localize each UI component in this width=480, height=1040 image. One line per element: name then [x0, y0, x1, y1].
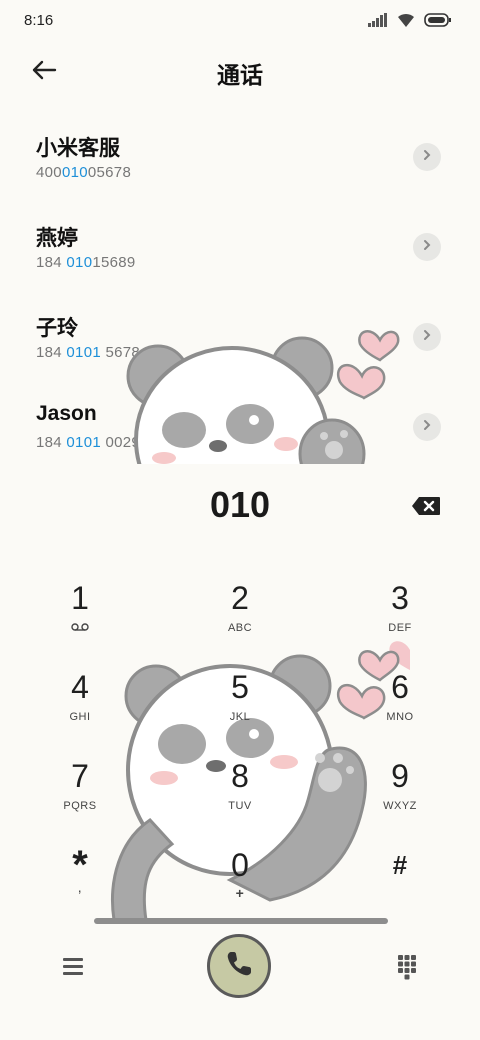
key-letters: DEF — [388, 622, 412, 634]
key-digit: 1 — [71, 580, 89, 616]
key-digit: 2 — [231, 580, 249, 616]
key-digit: 0 — [231, 847, 249, 883]
key-star[interactable]: * , — [20, 845, 140, 917]
key-letters: WXYZ — [383, 800, 417, 812]
list-item[interactable]: 小米客服 40001005678 — [0, 112, 480, 202]
contact-number: 40001005678 — [36, 164, 132, 181]
signal-icon — [368, 13, 388, 32]
list-item[interactable]: 燕婷 184 01015689 — [0, 202, 480, 292]
battery-icon — [424, 13, 452, 32]
key-digit: 9 — [391, 758, 409, 794]
contact-name: 小米客服 — [36, 137, 120, 160]
key-digit: 8 — [231, 758, 249, 794]
wifi-icon — [396, 12, 416, 33]
backspace-button[interactable] — [411, 496, 443, 518]
contact-detail-button[interactable] — [413, 323, 441, 351]
header: 通话 — [0, 48, 480, 92]
status-time: 8:16 — [24, 12, 54, 29]
key-letters: ABC — [227, 622, 253, 634]
contact-detail-button[interactable] — [413, 233, 441, 261]
key-7[interactable]: 7 PQRS — [20, 756, 140, 828]
key-6[interactable]: 6 MNO — [340, 667, 460, 739]
status-bar: 8:16 — [0, 0, 480, 40]
phone-icon — [224, 949, 254, 984]
key-2[interactable]: 2 ABC — [180, 578, 300, 650]
call-button[interactable] — [207, 934, 271, 998]
key-letters: + — [235, 885, 245, 901]
key-hash[interactable]: # — [340, 845, 460, 917]
key-4[interactable]: 4 GHI — [20, 667, 140, 739]
contact-detail-button[interactable] — [413, 143, 441, 171]
dialpad-toggle-button[interactable] — [392, 952, 422, 982]
contact-detail-button[interactable] — [413, 413, 441, 441]
key-0[interactable]: 0 + — [180, 845, 300, 917]
page-title: 通话 — [217, 62, 263, 88]
key-digit: # — [392, 850, 408, 880]
voicemail-icon — [20, 622, 140, 634]
dial-display: 010 — [0, 484, 480, 534]
menu-button[interactable] — [58, 952, 88, 982]
panda-decoration-small — [120, 320, 400, 464]
key-letters: MNO — [386, 711, 414, 723]
key-1[interactable]: 1 — [20, 578, 140, 650]
key-letters: TUV — [228, 800, 252, 812]
dialed-number[interactable]: 010 — [0, 484, 480, 526]
key-digit: 3 — [391, 580, 409, 616]
key-digit: 7 — [71, 758, 89, 794]
chevron-right-icon — [422, 418, 432, 436]
contact-number: 184 01015689 — [36, 254, 136, 271]
key-3[interactable]: 3 DEF — [340, 578, 460, 650]
chevron-right-icon — [422, 148, 432, 166]
key-letters: GHI — [69, 711, 91, 723]
contact-name: 子玲 — [36, 317, 78, 340]
contact-name: Jason — [36, 402, 97, 425]
key-5[interactable]: 5 JKL — [180, 667, 300, 739]
key-digit: 4 — [71, 669, 89, 705]
key-letters: , — [77, 879, 83, 895]
key-9[interactable]: 9 WXYZ — [340, 756, 460, 828]
bottom-bar — [0, 930, 480, 1010]
menu-icon — [58, 958, 88, 986]
key-digit: 5 — [231, 669, 249, 705]
chevron-right-icon — [422, 238, 432, 256]
key-digit: 6 — [391, 669, 409, 705]
key-8[interactable]: 8 TUV — [180, 756, 300, 828]
contact-name: 燕婷 — [36, 227, 78, 250]
backspace-icon — [411, 497, 441, 520]
key-letters: JKL — [229, 711, 251, 723]
dialpad-icon — [392, 955, 422, 986]
key-letters: PQRS — [63, 800, 97, 812]
chevron-right-icon — [422, 328, 432, 346]
